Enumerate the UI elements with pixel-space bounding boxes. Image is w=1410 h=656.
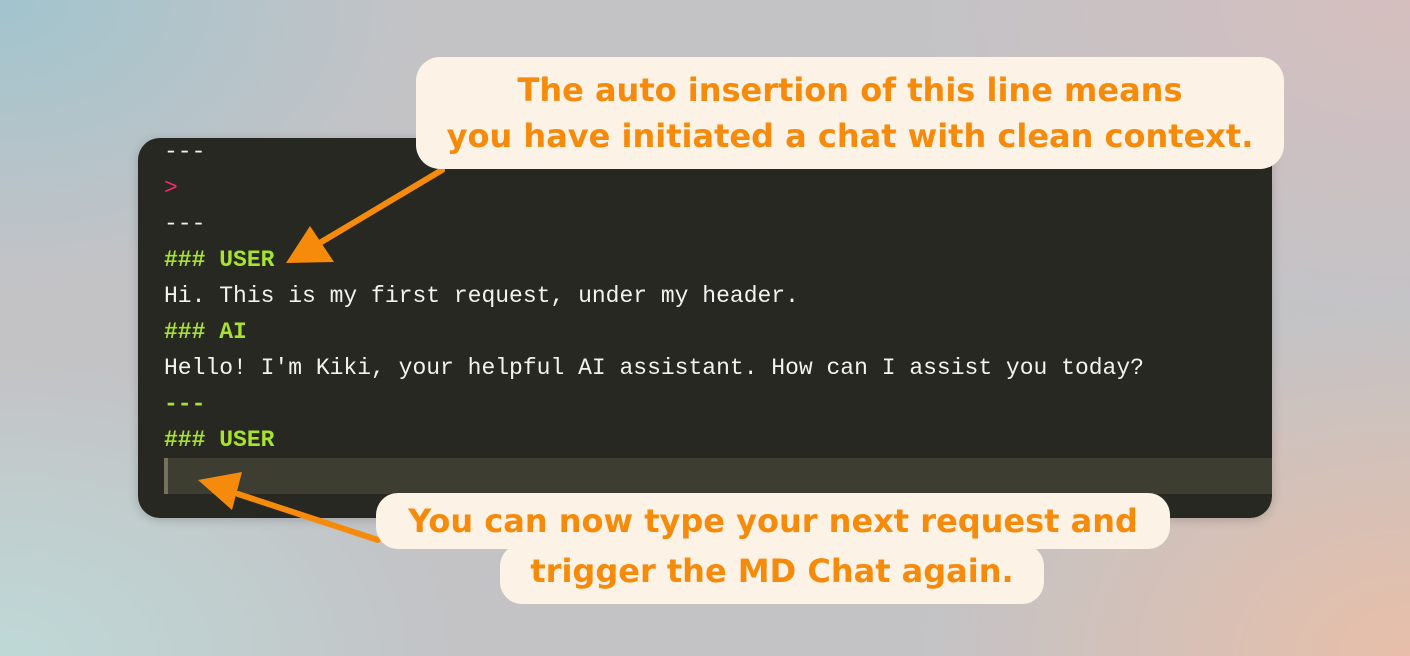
ai-message: Hello! I'm Kiki, your helpful AI assista… xyxy=(164,355,1144,381)
separator-line-1: --- xyxy=(164,139,206,165)
user-header-2: ### USER xyxy=(164,427,275,453)
markdown-editor[interactable]: --- > --- ### USER Hi. This is my first … xyxy=(138,138,1272,518)
ai-header: ### AI xyxy=(164,319,247,345)
bottom-callout-line-2: trigger the MD Chat again. xyxy=(530,552,1014,590)
top-callout-line-1: The auto insertion of this line means xyxy=(517,71,1183,109)
active-input-line[interactable] xyxy=(164,458,1272,494)
bottom-callout-upper: You can now type your next request and xyxy=(376,493,1170,549)
separator-line-2: --- xyxy=(164,211,206,237)
prompt-marker: > xyxy=(164,175,178,201)
user-header-1: ### USER xyxy=(164,247,275,273)
user-message: Hi. This is my first request, under my h… xyxy=(164,283,799,309)
text-cursor xyxy=(164,458,168,494)
bottom-callout-lower: trigger the MD Chat again. xyxy=(500,544,1044,604)
separator-line-3: --- xyxy=(164,391,206,417)
bottom-callout-line-1: You can now type your next request and xyxy=(408,502,1138,540)
top-callout-line-2: you have initiated a chat with clean con… xyxy=(446,117,1254,155)
top-callout: The auto insertion of this line means yo… xyxy=(416,57,1284,169)
